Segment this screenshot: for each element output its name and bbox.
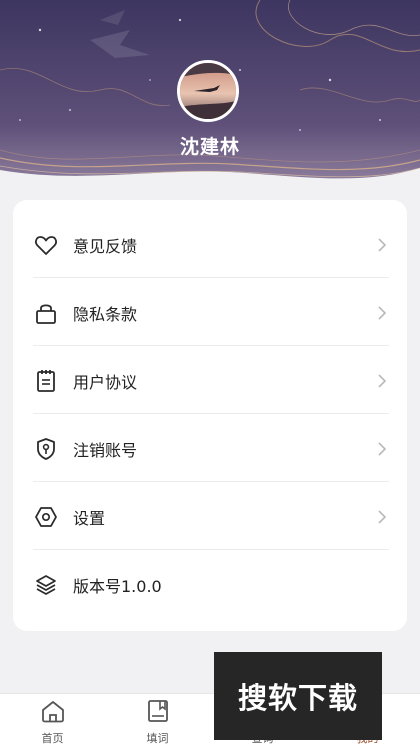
notebook-icon (105, 698, 210, 724)
document-icon (33, 368, 59, 394)
home-icon (0, 698, 105, 724)
avatar[interactable] (177, 60, 239, 122)
avatar-image (180, 63, 236, 119)
tab-label: 填词 (146, 732, 169, 745)
username: 沈建林 (179, 136, 240, 158)
chevron-right-icon (375, 303, 389, 323)
menu-card: 意见反馈 隐私条款 用户协议 注销账号 设置 版本号1.0.0 (13, 200, 407, 631)
menu-item-feedback[interactable]: 意见反馈 (33, 212, 389, 278)
menu-item-label: 隐私条款 (73, 304, 138, 324)
watermark-overlay: 搜软下载 (214, 652, 382, 740)
menu-item-user-agreement[interactable]: 用户协议 (33, 348, 389, 414)
lock-icon (33, 300, 59, 326)
profile-header: 沈建林 (0, 0, 420, 190)
tab-fill-lyrics[interactable]: 填词 (105, 698, 210, 746)
chevron-right-icon (375, 235, 389, 255)
menu-item-delete-account[interactable]: 注销账号 (33, 416, 389, 482)
version-label: 版本号1.0.0 (73, 577, 162, 596)
menu-item-privacy[interactable]: 隐私条款 (33, 280, 389, 346)
chevron-right-icon (375, 371, 389, 391)
menu-item-version: 版本号1.0.0 (33, 552, 389, 618)
tab-home[interactable]: 首页 (0, 698, 105, 746)
gear-hexagon-icon (33, 504, 59, 530)
chevron-right-icon (375, 439, 389, 459)
chevron-right-icon (375, 507, 389, 527)
menu-item-settings[interactable]: 设置 (33, 484, 389, 550)
menu-item-label: 注销账号 (73, 440, 138, 460)
menu-item-label: 设置 (73, 508, 106, 528)
shield-key-icon (33, 436, 59, 462)
tab-label: 首页 (41, 732, 64, 745)
menu-item-label: 意见反馈 (73, 236, 138, 256)
menu-item-label: 用户协议 (73, 372, 138, 392)
layers-icon (33, 572, 59, 598)
heart-icon (33, 232, 59, 258)
